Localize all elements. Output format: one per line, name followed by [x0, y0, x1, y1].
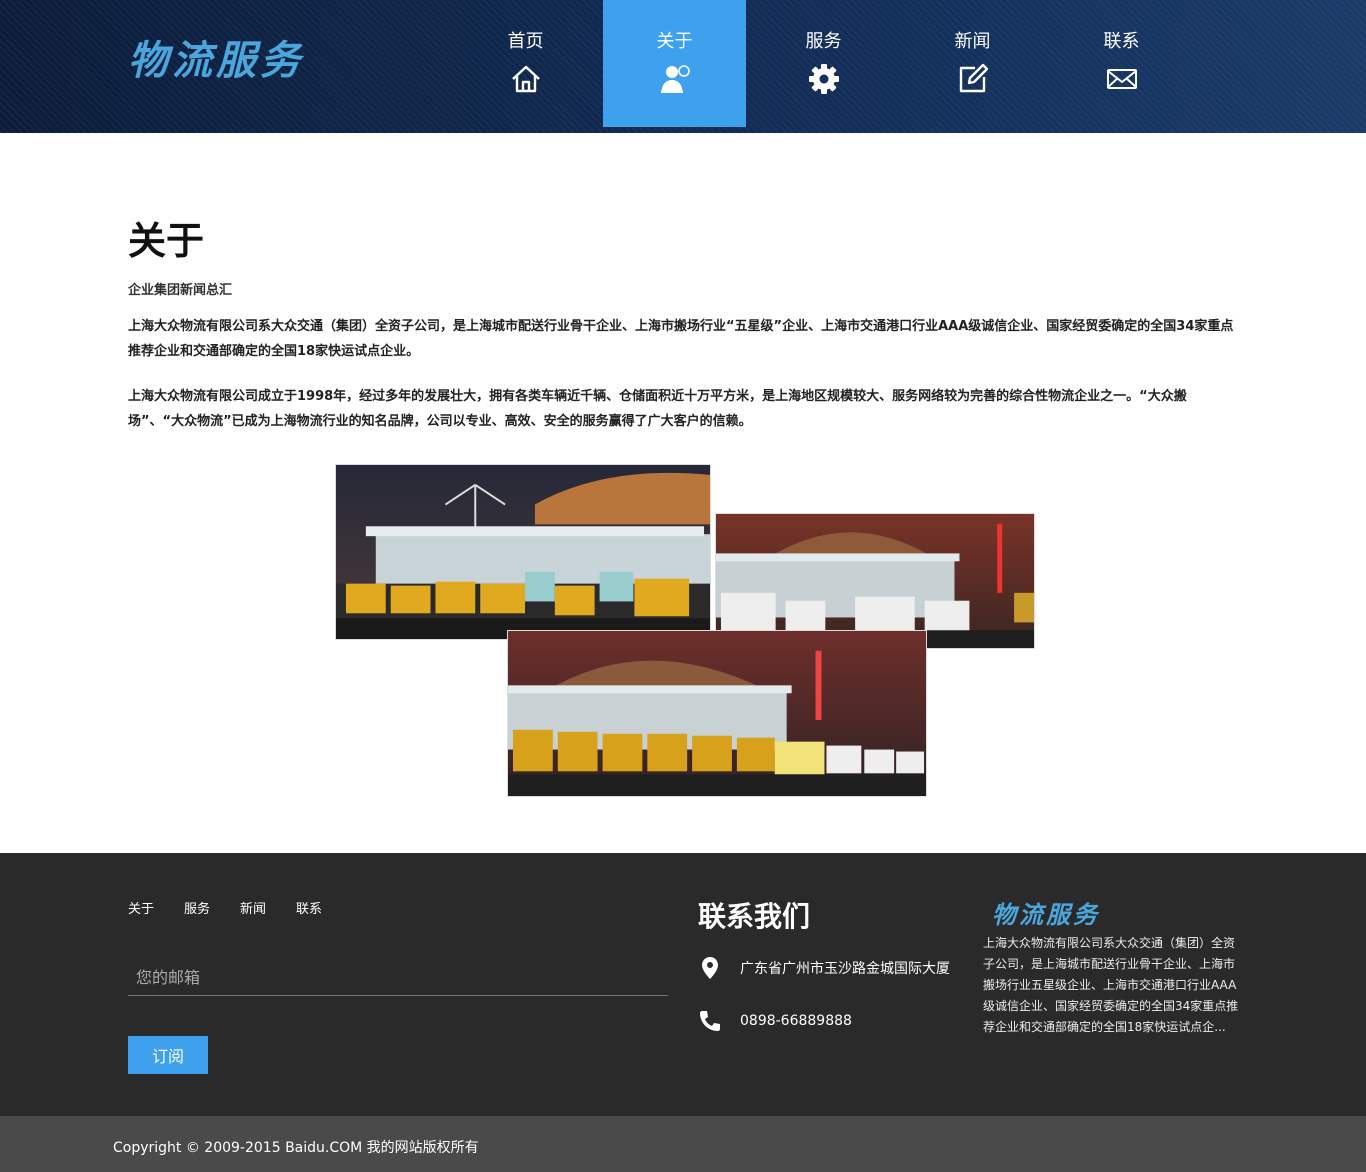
footer-link-contact[interactable]: 联系: [296, 898, 322, 917]
edit-icon: [959, 63, 988, 93]
nav-label: 关于: [656, 31, 693, 52]
nav-label: 新闻: [954, 31, 991, 52]
phone-text: 0898-66889888: [740, 1013, 852, 1029]
nav-item-about[interactable]: 关于: [603, 0, 746, 127]
gear-icon: [808, 64, 839, 94]
section-subtitle: 企业集团新闻总汇: [128, 283, 233, 298]
about-paragraph: 上海大众物流有限公司系大众交通（集团）全资子公司，是上海城市配送行业骨干企业、上…: [128, 319, 1234, 359]
nav-item-contact[interactable]: 联系: [1050, 0, 1193, 127]
mail-icon: [1106, 69, 1137, 89]
nav-label: 联系: [1103, 31, 1140, 52]
home-icon: [511, 65, 540, 93]
about-paragraph: 上海大众物流有限公司成立于1998年，经过多年的发展壮大，拥有各类车辆近千辆、仓…: [128, 389, 1187, 429]
warehouse-night-photo-2: [715, 513, 1035, 649]
site-footer: 关于 服务 新闻 联系 订阅 联系我们 广东省广州市玉沙路金城国际大厦 0898…: [0, 853, 1366, 1116]
contact-phone: 0898-66889888: [698, 1009, 852, 1033]
warehouse-night-photo-1: [335, 464, 711, 640]
nav-item-services[interactable]: 服务: [752, 0, 895, 127]
site-logo[interactable]: 物流服务: [128, 28, 304, 86]
nav-label: 服务: [805, 31, 842, 52]
warehouse-night-photo-3: [507, 630, 927, 797]
footer-link-news[interactable]: 新闻: [240, 898, 266, 917]
email-field[interactable]: [128, 960, 668, 996]
footer-nav: 关于 服务 新闻 联系: [128, 898, 322, 917]
page-title: 关于: [128, 219, 205, 263]
main-nav: 首页 关于 服务 新闻 联系: [454, 0, 1199, 127]
address-text: 广东省广州市玉沙路金城国际大厦: [740, 961, 950, 977]
nav-label: 首页: [507, 31, 544, 52]
footer-logo: 物流服务: [992, 901, 1100, 929]
footer-description: 上海大众物流有限公司系大众交通（集团）全资子公司，是上海城市配送行业骨干企业、上…: [983, 936, 1239, 1034]
contact-address: 广东省广州市玉沙路金城国际大厦: [698, 956, 950, 980]
footer-link-about[interactable]: 关于: [128, 898, 154, 917]
phone-icon: [700, 1011, 720, 1031]
copyright-bar: Copyright © 2009-2015 Baidu.COM 我的网站版权所有: [0, 1116, 1366, 1172]
nav-item-news[interactable]: 新闻: [901, 0, 1044, 127]
nav-item-home[interactable]: 首页: [454, 0, 597, 127]
user-icon: [660, 65, 690, 93]
subscribe-button[interactable]: 订阅: [128, 1036, 208, 1074]
site-header: 物流服务 首页 关于 服务 新闻 联系: [0, 0, 1366, 133]
about-section: 关于 企业集团新闻总汇 上海大众物流有限公司系大众交通（集团）全资子公司，是上海…: [128, 215, 1238, 434]
location-pin-icon: [702, 957, 718, 979]
contact-title: 联系我们: [698, 900, 811, 933]
footer-link-services[interactable]: 服务: [184, 898, 210, 917]
